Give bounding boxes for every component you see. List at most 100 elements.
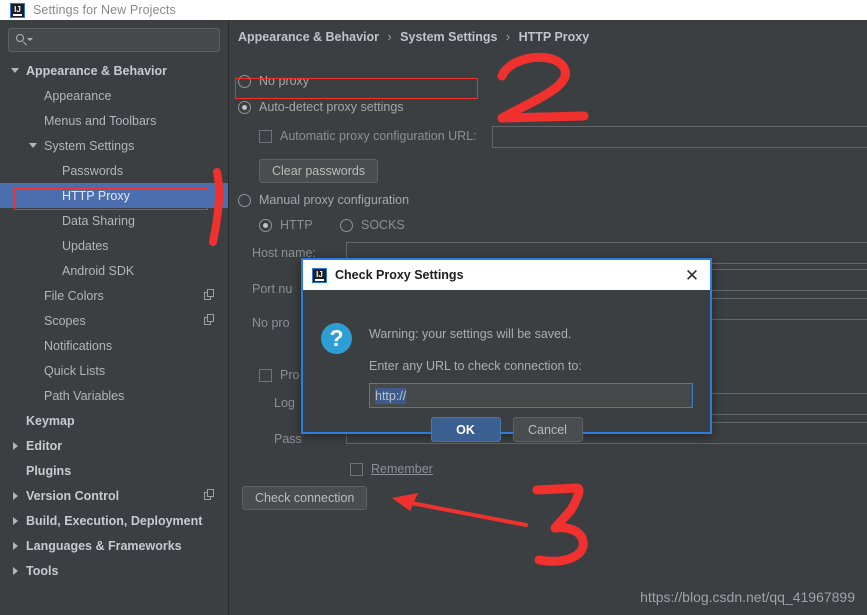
chevron-right-icon[interactable] xyxy=(8,541,22,550)
sidebar-item-label: Passwords xyxy=(62,163,124,178)
sidebar-item-path-variables[interactable]: Path Variables xyxy=(0,383,228,408)
dialog-body: ? Warning: your settings will be saved. … xyxy=(303,290,710,442)
radio-circle-selected-icon xyxy=(259,218,272,232)
chevron-down-icon[interactable] xyxy=(26,143,40,148)
sidebar-item-label: Updates xyxy=(62,238,109,253)
sidebar-item-label: File Colors xyxy=(44,288,104,303)
clear-passwords-button[interactable]: Clear passwords xyxy=(259,159,379,183)
port-number-label-text: Port nu xyxy=(252,282,293,296)
search-icon xyxy=(16,33,33,47)
sidebar-item-file-colors[interactable]: File Colors xyxy=(0,283,228,308)
sidebar-item-label: Quick Lists xyxy=(44,363,106,378)
sidebar-item-label: Data Sharing xyxy=(62,213,135,228)
radio-circle-icon xyxy=(238,74,251,88)
remember-label: Remember xyxy=(371,462,433,476)
intellij-idea-logo-icon xyxy=(312,267,327,283)
intellij-idea-logo-icon xyxy=(10,2,25,18)
dialog-button-bar: OK Cancel xyxy=(303,417,710,442)
proxy-auth-label: Pro xyxy=(280,368,300,382)
port-number-label: Port nu xyxy=(252,282,292,296)
radio-auto-detect-label: Auto-detect proxy settings xyxy=(259,100,404,114)
search-box[interactable] xyxy=(8,28,220,52)
sidebar-item-tools[interactable]: Tools xyxy=(0,558,228,583)
sidebar-item-build-execution-deployment[interactable]: Build, Execution, Deployment xyxy=(0,508,228,533)
close-icon[interactable]: ✕ xyxy=(680,263,704,287)
sidebar-item-label: Appearance & Behavior xyxy=(26,63,168,78)
auto-config-url-label: Automatic proxy configuration URL: xyxy=(280,129,477,143)
radio-manual-proxy[interactable]: Manual proxy configuration xyxy=(238,193,409,207)
breadcrumb-separator-icon: › xyxy=(387,30,392,44)
sidebar-item-scopes[interactable]: Scopes xyxy=(0,308,228,333)
sidebar-item-label: Build, Execution, Deployment xyxy=(26,513,203,528)
check-connection-button[interactable]: Check connection xyxy=(242,486,368,510)
sidebar-item-system-settings[interactable]: System Settings xyxy=(0,133,228,158)
radio-socks[interactable]: SOCKS xyxy=(340,218,405,232)
radio-no-proxy[interactable]: No proxy xyxy=(238,74,309,88)
no-proxy-for-label-text: No pro xyxy=(252,316,290,330)
sidebar-item-menus-and-toolbars[interactable]: Menus and Toolbars xyxy=(0,108,228,133)
cancel-button[interactable]: Cancel xyxy=(512,417,583,442)
copy-icon[interactable] xyxy=(204,289,215,301)
settings-tree: Appearance & Behavior Appearance Menus and… xyxy=(0,58,228,583)
sidebar-item-label: Tools xyxy=(26,563,59,578)
chevron-right-icon[interactable] xyxy=(8,441,22,450)
sidebar-item-plugins[interactable]: Plugins xyxy=(0,458,228,483)
sidebar-item-android-sdk[interactable]: Android SDK xyxy=(0,258,228,283)
sidebar-item-label: HTTP Proxy xyxy=(62,188,130,203)
radio-circle-selected-icon xyxy=(238,100,251,114)
no-proxy-for-label: No pro xyxy=(252,316,290,330)
chevron-right-icon[interactable] xyxy=(8,491,22,500)
radio-no-proxy-label: No proxy xyxy=(259,74,310,88)
sidebar-item-data-sharing[interactable]: Data Sharing xyxy=(0,208,228,233)
dialog-message-line-1: Warning: your settings will be saved. xyxy=(369,327,572,341)
watermark-text: https://blog.csdn.net/qq_41967899 xyxy=(640,589,855,605)
copy-icon[interactable] xyxy=(204,314,215,326)
checkbox-remember[interactable]: Remember xyxy=(350,462,433,476)
auto-config-url-input[interactable] xyxy=(492,126,867,148)
breadcrumb: Appearance & Behavior › System Settings … xyxy=(238,30,589,44)
radio-http-label: HTTP xyxy=(280,218,313,232)
dialog-titlebar: Check Proxy Settings ✕ xyxy=(303,260,710,290)
sidebar-item-keymap[interactable]: Keymap xyxy=(0,408,228,433)
sidebar-item-updates[interactable]: Updates xyxy=(0,233,228,258)
breadcrumb-part-3[interactable]: HTTP Proxy xyxy=(519,30,590,44)
checkbox-square-icon xyxy=(350,462,363,476)
sidebar-item-passwords[interactable]: Passwords xyxy=(0,158,228,183)
radio-http[interactable]: HTTP xyxy=(259,218,313,232)
chevron-right-icon[interactable] xyxy=(8,566,22,575)
sidebar-item-label: Version Control xyxy=(26,488,120,503)
window-titlebar: Settings for New Projects xyxy=(0,0,867,20)
login-label: Log xyxy=(274,396,295,410)
sidebar-item-label: Plugins xyxy=(26,463,72,478)
question-icon: ? xyxy=(321,323,352,354)
url-input-value: http:// xyxy=(375,387,407,404)
sidebar-item-label: Keymap xyxy=(26,413,75,428)
sidebar-item-version-control[interactable]: Version Control xyxy=(0,483,228,508)
copy-icon[interactable] xyxy=(204,489,215,501)
checkbox-auto-config-url[interactable]: Automatic proxy configuration URL: xyxy=(259,129,477,143)
url-input[interactable]: http:// xyxy=(369,383,693,408)
sidebar-item-label: Android SDK xyxy=(62,263,135,278)
sidebar-item-label: Editor xyxy=(26,438,63,453)
chevron-down-icon[interactable] xyxy=(8,68,22,73)
check-proxy-settings-dialog: Check Proxy Settings ✕ ? Warning: your s… xyxy=(301,258,712,442)
search-input[interactable] xyxy=(32,33,219,47)
ok-button[interactable]: OK xyxy=(430,417,501,442)
dialog-message-line-2: Enter any URL to check connection to: xyxy=(369,359,582,373)
chevron-right-icon[interactable] xyxy=(8,516,22,525)
sidebar-item-editor[interactable]: Editor xyxy=(0,433,228,458)
breadcrumb-part-1[interactable]: Appearance & Behavior xyxy=(238,30,379,44)
sidebar-item-appearance[interactable]: Appearance xyxy=(0,83,228,108)
sidebar-item-quick-lists[interactable]: Quick Lists xyxy=(0,358,228,383)
sidebar-item-languages-frameworks[interactable]: Languages & Frameworks xyxy=(0,533,228,558)
sidebar-item-http-proxy[interactable]: HTTP Proxy xyxy=(0,183,228,208)
sidebar-item-label: Path Variables xyxy=(44,388,125,403)
breadcrumb-part-2[interactable]: System Settings xyxy=(400,30,497,44)
sidebar-item-notifications[interactable]: Notifications xyxy=(0,333,228,358)
sidebar-item-appearance-behavior[interactable]: Appearance & Behavior xyxy=(0,58,228,83)
sidebar-item-label: Menus and Toolbars xyxy=(44,113,157,128)
radio-auto-detect-proxy[interactable]: Auto-detect proxy settings xyxy=(238,100,404,114)
checkbox-proxy-authentication[interactable]: Pro xyxy=(259,368,299,382)
settings-window: Settings for New Projects Appearance & B… xyxy=(0,0,867,615)
sidebar-item-label: Notifications xyxy=(44,338,113,353)
